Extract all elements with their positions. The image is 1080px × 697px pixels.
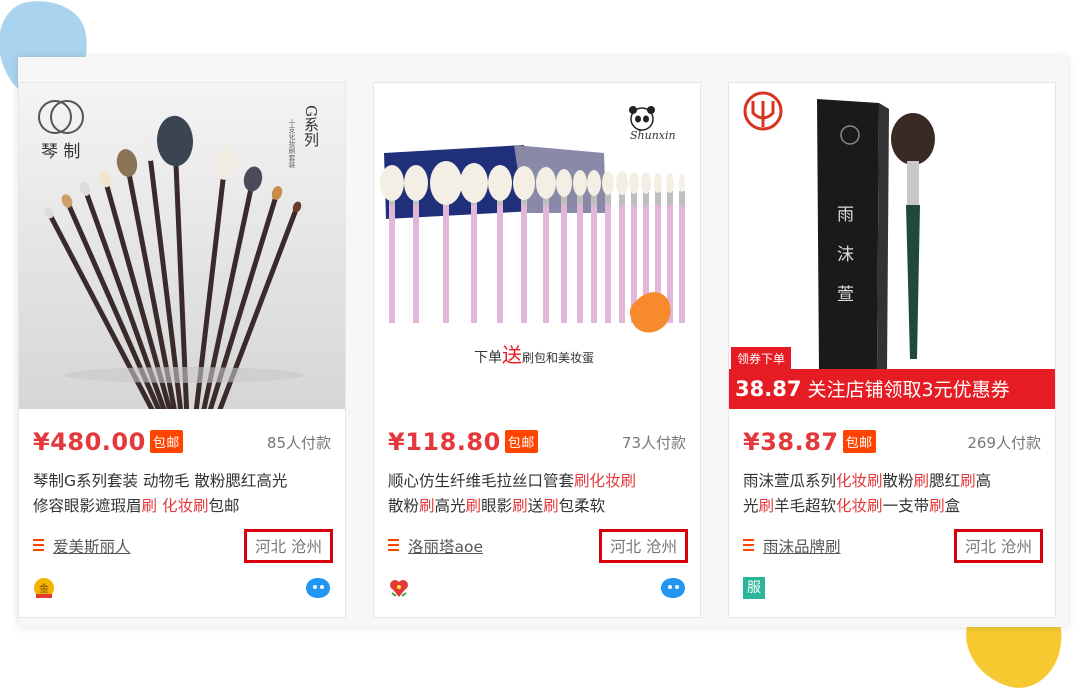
shop-row: 雨沫品牌刷 河北 沧州	[743, 529, 1043, 563]
promo-caption: 下单送刷包和美妆蛋	[474, 343, 595, 367]
shop-list-icon	[388, 539, 399, 551]
price: ¥118.80 包邮	[388, 428, 538, 456]
series-subtitle: 十支化妆刷套装	[288, 119, 296, 168]
location-highlighted: 河北 沧州	[244, 529, 333, 563]
shop-name-link[interactable]: 雨沫品牌刷	[763, 535, 841, 557]
coupon-banner[interactable]: 38.87 关注店铺领取3元优惠券	[729, 369, 1055, 409]
product-image-1[interactable]: 琴 制 G系列 十支化妆刷套装	[19, 83, 345, 409]
shop-list-icon	[743, 539, 754, 551]
service-badge[interactable]: 服	[743, 577, 765, 599]
product-card-1[interactable]: 琴 制 G系列 十支化妆刷套装 ¥480.00 包邮 85人付款 琴制G系列套装 …	[18, 82, 346, 618]
product-title[interactable]: 顺心仿生纤维毛拉丝口管套刷化妆刷 散粉刷高光刷眼影刷送刷包柔软	[388, 469, 688, 519]
product-card-3[interactable]: 雨 沫 萱 领券下单 38.87 关注店铺领取3元优惠券 ¥38.87 包邮 26…	[728, 82, 1056, 618]
product-card-2[interactable]: Shunxin 下单送刷包和美妆蛋 ¥118.80 包邮 73人付款 顺心仿生纤维…	[373, 82, 701, 618]
location-highlighted: 河北 沧州	[599, 529, 688, 563]
brand-logo-text: Shunxin	[630, 129, 676, 142]
svg-text:金: 金	[39, 582, 49, 595]
gold-medal-icon[interactable]: 金	[33, 577, 55, 599]
heart-flower-icon[interactable]	[388, 577, 410, 599]
price-row: ¥118.80 包邮 73人付款	[388, 428, 686, 458]
location-highlighted: 河北 沧州	[954, 529, 1043, 563]
price: ¥38.87 包邮	[743, 428, 876, 456]
free-shipping-tag: 包邮	[149, 430, 183, 453]
price-row: ¥38.87 包邮 269人付款	[743, 428, 1041, 458]
product-title[interactable]: 雨沫萱瓜系列化妆刷散粉刷腮红刷高 光刷羊毛超软化妆刷一支带刷盒	[743, 469, 1043, 519]
coupon-order-badge[interactable]: 领券下单	[731, 347, 792, 370]
shop-row: 洛丽塔aoe 河北 沧州	[388, 529, 688, 563]
brand-logo-text: 琴 制	[41, 142, 81, 162]
shop-name-link[interactable]: 爱美斯丽人	[53, 535, 131, 557]
panda-logo-icon	[629, 106, 655, 131]
paid-count: 85人付款	[266, 434, 331, 452]
free-shipping-tag: 包邮	[842, 430, 876, 453]
paid-count: 269人付款	[967, 434, 1041, 452]
product-image-2[interactable]: Shunxin 下单送刷包和美妆蛋	[374, 83, 700, 409]
box-vertical-text: 雨 沫 萱	[837, 205, 854, 305]
price: ¥480.00 包邮	[33, 428, 183, 456]
price-row: ¥480.00 包邮 85人付款	[33, 428, 331, 458]
wangwang-chat-icon[interactable]	[660, 577, 686, 599]
shop-row: 爱美斯丽人 河北 沧州	[33, 529, 333, 563]
shop-name-link[interactable]: 洛丽塔aoe	[408, 535, 483, 557]
free-shipping-tag: 包邮	[504, 430, 538, 453]
shop-list-icon	[33, 539, 44, 551]
paid-count: 73人付款	[621, 434, 686, 452]
wangwang-chat-icon[interactable]	[305, 577, 331, 599]
series-label: G系列	[302, 105, 320, 147]
product-image-3[interactable]: 雨 沫 萱 领券下单 38.87 关注店铺领取3元优惠券	[729, 83, 1055, 409]
brand-trident-logo-icon	[743, 91, 783, 131]
product-title[interactable]: 琴制G系列套装 动物毛 散粉腮红高光 修容眼影遮瑕眉刷 化妆刷包邮	[33, 469, 333, 519]
